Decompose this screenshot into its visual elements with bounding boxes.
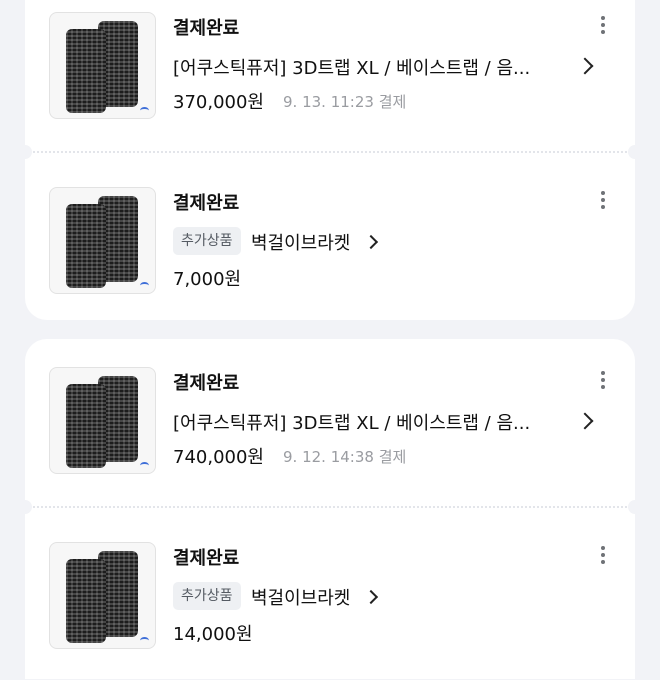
more-options-icon[interactable] (593, 369, 613, 393)
speaker-image (66, 559, 106, 643)
brand-logo-icon (140, 282, 149, 289)
payment-datetime: 9. 12. 14:38 결제 (283, 448, 407, 466)
more-options-icon[interactable] (593, 14, 613, 38)
dotted-divider (25, 506, 635, 508)
brand-logo-icon (140, 107, 149, 114)
order-status: 결제완료 (173, 18, 240, 39)
speaker-image (66, 204, 106, 288)
order-price: 370,000원 (173, 92, 264, 113)
more-options-icon[interactable] (593, 189, 613, 213)
dotted-divider (25, 151, 635, 153)
addon-price: 14,000원 (173, 624, 253, 645)
payment-datetime: 9. 13. 11:23 결제 (283, 93, 407, 111)
more-options-icon[interactable] (593, 544, 613, 568)
addon-item[interactable]: 결제완료 추가상품 벽걸이브라켓 7,000원 (25, 155, 635, 325)
addon-item[interactable]: 결제완료 추가상품 벽걸이브라켓 14,000원 (25, 510, 635, 680)
addon-name-link[interactable]: 벽걸이브라켓 (251, 584, 350, 610)
brand-logo-icon (140, 637, 149, 644)
addon-badge: 추가상품 (173, 227, 241, 255)
chevron-right-icon[interactable] (363, 589, 379, 605)
order-status: 결제완료 (173, 548, 240, 569)
product-thumbnail[interactable] (49, 367, 156, 474)
addon-price: 7,000원 (173, 269, 242, 290)
speaker-image (66, 29, 106, 113)
chevron-right-icon[interactable] (363, 234, 379, 250)
product-thumbnail[interactable] (49, 187, 156, 294)
brand-logo-icon (140, 462, 149, 469)
chevron-right-icon[interactable] (576, 412, 594, 430)
product-name-link[interactable]: [어쿠스틱퓨저] 3D트랩 XL / 베이스트랩 / 음... (173, 54, 563, 80)
order-item[interactable]: 결제완료 [어쿠스틱퓨저] 3D트랩 XL / 베이스트랩 / 음... 740… (25, 335, 635, 505)
addon-name-link[interactable]: 벽걸이브라켓 (251, 229, 350, 255)
speaker-image (66, 384, 106, 468)
product-thumbnail[interactable] (49, 542, 156, 649)
order-price: 740,000원 (173, 447, 264, 468)
order-status: 결제완료 (173, 193, 240, 214)
addon-badge: 추가상품 (173, 582, 241, 610)
order-status: 결제완료 (173, 373, 240, 394)
product-thumbnail[interactable] (49, 12, 156, 119)
product-name-link[interactable]: [어쿠스틱퓨저] 3D트랩 XL / 베이스트랩 / 음... (173, 409, 563, 435)
chevron-right-icon[interactable] (576, 57, 594, 75)
order-item[interactable]: 결제완료 [어쿠스틱퓨저] 3D트랩 XL / 베이스트랩 / 음... 370… (25, 0, 635, 150)
